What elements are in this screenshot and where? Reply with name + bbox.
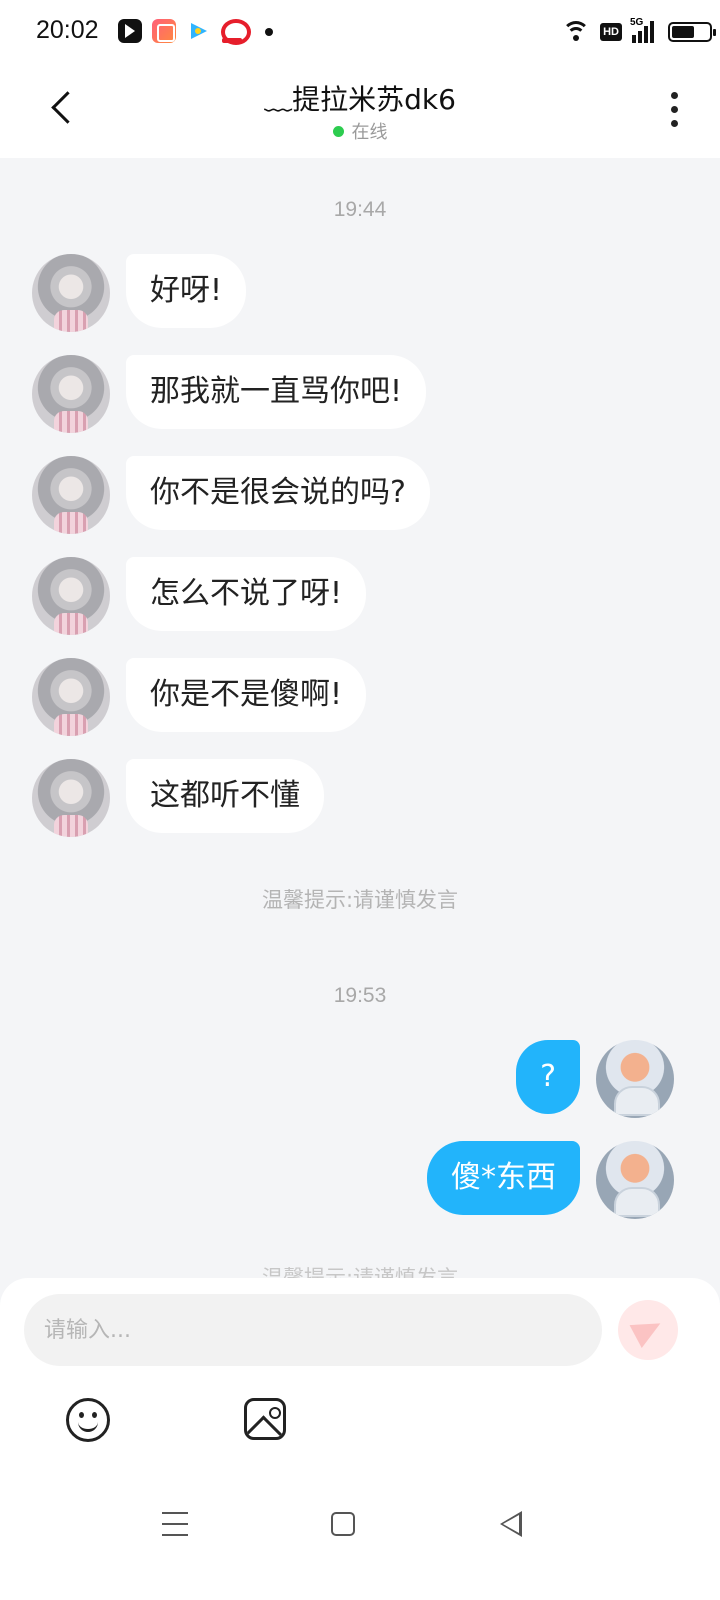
message-timestamp: 19:44	[333, 198, 387, 221]
signal-icon: 5G	[630, 17, 654, 43]
network-type: 5G	[630, 17, 644, 28]
chat-header: ﹏提拉米苏dk6 在线	[0, 62, 720, 158]
message-bubble[interactable]: 你是不是傻啊!	[126, 658, 367, 732]
contact-avatar[interactable]	[32, 355, 110, 433]
user-avatar[interactable]	[596, 1141, 674, 1219]
status-time: 20:02	[36, 16, 99, 44]
recent-apps-button[interactable]	[162, 1512, 188, 1536]
incoming-message: 你不是很会说的吗?	[0, 456, 720, 534]
message-bubble[interactable]: 那我就一直骂你吧!	[126, 355, 427, 429]
incoming-message: 那我就一直骂你吧!	[0, 355, 720, 433]
safety-tip: 温馨提示:请谨慎发言	[261, 888, 459, 912]
online-status-label: 在线	[351, 122, 388, 143]
message-timestamp: 19:53	[333, 984, 387, 1007]
send-button[interactable]	[618, 1300, 678, 1360]
more-options-button[interactable]	[668, 92, 682, 128]
battery-icon	[668, 22, 716, 42]
contact-avatar[interactable]	[32, 456, 110, 534]
hd-badge: HD	[600, 23, 622, 41]
online-status: 在线	[0, 118, 720, 144]
message-input[interactable]	[24, 1294, 602, 1366]
wifi-icon	[562, 21, 591, 43]
message-bubble[interactable]: ?	[516, 1040, 580, 1114]
gallery-app-icon	[152, 19, 176, 43]
status-bar: 20:02 HD 5G	[0, 0, 720, 62]
notification-dot-icon	[265, 28, 273, 36]
message-bubble[interactable]: 怎么不说了呀!	[126, 557, 367, 631]
system-back-button[interactable]	[500, 1511, 522, 1537]
contact-name: ﹏提拉米苏dk6	[264, 83, 456, 116]
contact-avatar[interactable]	[32, 658, 110, 736]
home-button[interactable]	[331, 1512, 355, 1536]
red-app-icon	[220, 19, 251, 45]
outgoing-message: 傻*东西	[0, 1141, 720, 1219]
incoming-message: 怎么不说了呀!	[0, 557, 720, 635]
contact-avatar[interactable]	[32, 759, 110, 837]
contact-avatar[interactable]	[32, 254, 110, 332]
message-bubble[interactable]: 这都听不懂	[126, 759, 324, 833]
incoming-message: 好呀!	[0, 254, 720, 332]
video-app-icon	[118, 19, 142, 43]
incoming-message: 这都听不懂	[0, 759, 720, 837]
user-avatar[interactable]	[596, 1040, 674, 1118]
incoming-message: 你是不是傻啊!	[0, 658, 720, 736]
online-dot-icon	[332, 126, 344, 137]
input-panel	[0, 1278, 720, 1600]
player-app-icon	[186, 19, 210, 43]
image-button[interactable]	[244, 1398, 286, 1440]
contact-avatar[interactable]	[32, 557, 110, 635]
message-bubble[interactable]: 傻*东西	[427, 1141, 580, 1215]
emoji-button[interactable]	[66, 1398, 110, 1442]
outgoing-message: ?	[0, 1040, 720, 1118]
safety-tip: 温馨提示:请谨慎发言	[261, 1266, 459, 1278]
message-bubble[interactable]: 好呀!	[126, 254, 247, 328]
status-indicators: HD 5G	[562, 17, 716, 46]
message-bubble[interactable]: 你不是很会说的吗?	[126, 456, 430, 530]
